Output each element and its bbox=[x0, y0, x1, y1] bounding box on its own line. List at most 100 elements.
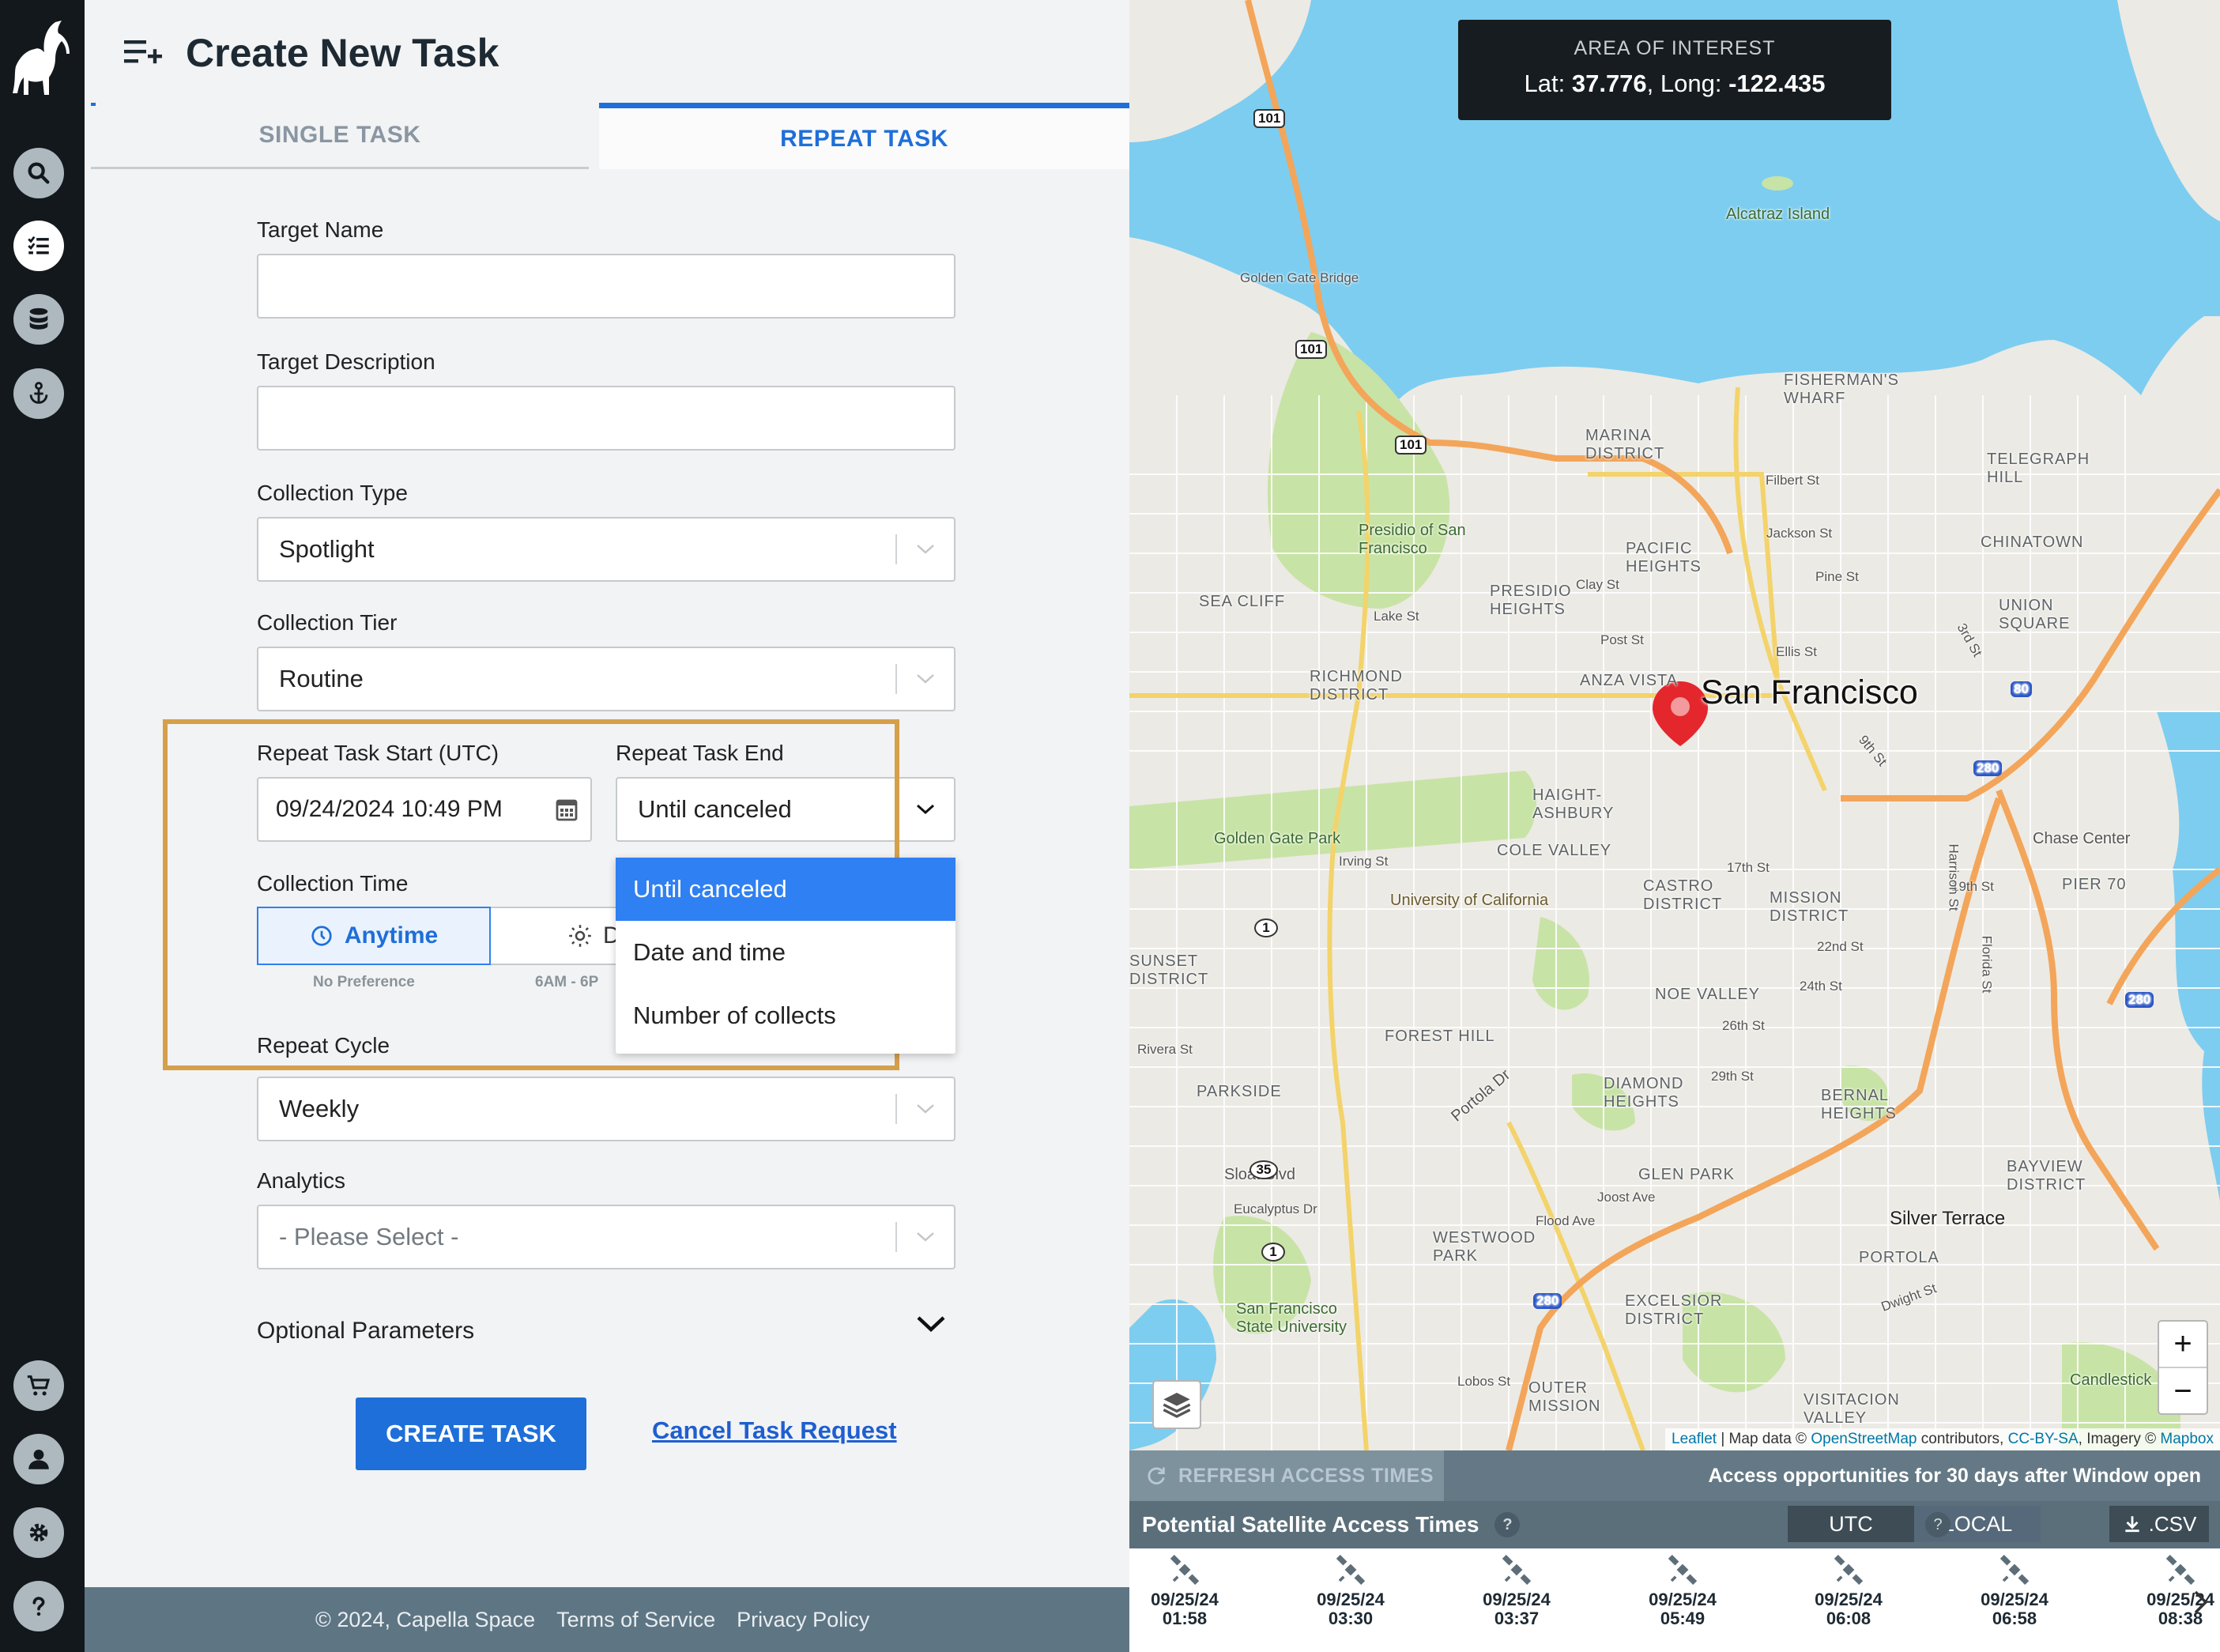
osm-link[interactable]: OpenStreetMap bbox=[1811, 1431, 1917, 1447]
option-number-of-collects[interactable]: Number of collects bbox=[616, 984, 955, 1047]
access-title: Potential Satellite Access Times ? bbox=[1142, 1501, 1521, 1548]
satellite-pass-item[interactable]: 09/25/24 06:08 bbox=[1785, 1553, 1912, 1628]
chevron-down-icon bbox=[897, 673, 954, 685]
option-date-and-time[interactable]: Date and time bbox=[616, 921, 955, 984]
lat-label: Lat: bbox=[1524, 70, 1566, 97]
map-place-mission: MISSION DISTRICT bbox=[1770, 889, 1849, 925]
map-place-union-square: UNION SQUARE bbox=[1999, 597, 2071, 632]
street-22nd: 22nd St bbox=[1817, 939, 1864, 954]
ca1-shield: 1 bbox=[1254, 918, 1278, 937]
satellite-icon bbox=[1668, 1554, 1698, 1586]
map-place-ucsf: University of California bbox=[1390, 892, 1549, 909]
pass-time: 06:08 bbox=[1826, 1609, 1871, 1628]
street-lake: Lake St bbox=[1374, 609, 1419, 624]
copyright-text: © 2024, Capella Space bbox=[315, 1607, 536, 1631]
satellite-pass-item[interactable]: 09/25/24 01:58 bbox=[1121, 1553, 1248, 1628]
street-clay: Clay St bbox=[1576, 577, 1619, 592]
access-toolbar: REFRESH ACCESS TIMES Access opportunitie… bbox=[1129, 1450, 2220, 1501]
analytics-placeholder: - Please Select - bbox=[279, 1223, 459, 1250]
tab-single-task[interactable]: SINGLE TASK bbox=[91, 103, 589, 169]
license-link[interactable]: CC-BY-SA bbox=[2008, 1431, 2079, 1447]
refresh-access-times-button[interactable]: REFRESH ACCESS TIMES bbox=[1129, 1450, 1444, 1501]
pass-time: 05:49 bbox=[1660, 1609, 1706, 1628]
cancel-task-request-link[interactable]: Cancel Task Request bbox=[652, 1416, 897, 1445]
ibex-logo bbox=[6, 17, 70, 100]
chevron-down-icon bbox=[897, 1103, 954, 1115]
privacy-link[interactable]: Privacy Policy bbox=[737, 1608, 869, 1632]
map-place-noe-valley: NOE VALLEY bbox=[1655, 986, 1761, 1003]
long-value: -122.435 bbox=[1728, 70, 1826, 97]
anchor-icon bbox=[29, 382, 48, 404]
street-rivera: Rivera St bbox=[1137, 1042, 1193, 1057]
satellite-pass-item[interactable]: 09/25/24 03:30 bbox=[1287, 1553, 1414, 1628]
target-description-input[interactable] bbox=[257, 386, 955, 451]
satellite-icon bbox=[1336, 1554, 1366, 1586]
chevron-right-icon[interactable] bbox=[2192, 1589, 2210, 1620]
leaflet-link[interactable]: Leaflet bbox=[1672, 1431, 1717, 1447]
create-task-button[interactable]: CREATE TASK bbox=[356, 1397, 586, 1470]
city-label: San Francisco bbox=[1701, 673, 1918, 711]
account-nav-button[interactable] bbox=[13, 1434, 64, 1484]
pass-list: 09/25/24 01:58 09/25/24 03:30 09/25/24 03:37 0… bbox=[1129, 1553, 2214, 1652]
pass-date: 09/25/24 bbox=[1483, 1590, 1551, 1609]
collection-tier-select[interactable]: Routine bbox=[257, 647, 955, 711]
ca1-shield: 1 bbox=[1261, 1243, 1285, 1262]
satellite-icon bbox=[1834, 1554, 1864, 1586]
map-place-cole-valley: COLE VALLEY bbox=[1497, 842, 1612, 859]
analytics-select[interactable]: - Please Select - bbox=[257, 1205, 955, 1269]
help-nav-button[interactable] bbox=[13, 1581, 64, 1631]
tab-repeat-task[interactable]: REPEAT TASK bbox=[599, 103, 1129, 169]
search-nav-button[interactable] bbox=[13, 148, 64, 198]
map-view[interactable]: Alcatraz Island Golden Gate Bridge FISHE… bbox=[1129, 0, 2220, 1450]
help-icon[interactable]: ? bbox=[1925, 1512, 1951, 1537]
area-of-interest-box: AREA OF INTEREST Lat: 37.776, Long: -122… bbox=[1458, 20, 1891, 120]
sidebar bbox=[0, 0, 85, 1652]
map-place-outer-mission: OUTER MISSION bbox=[1528, 1379, 1601, 1415]
chevron-down-icon[interactable] bbox=[916, 1314, 946, 1337]
map-place-presidio: Presidio of San Francisco bbox=[1359, 522, 1466, 557]
us101-shield: 101 bbox=[1295, 340, 1328, 359]
street-filbert: Filbert St bbox=[1766, 473, 1820, 488]
repeat-end-dropdown-menu: Until canceled Date and time Number of c… bbox=[616, 858, 955, 1054]
terms-link[interactable]: Terms of Service bbox=[556, 1608, 715, 1632]
satellite-icon bbox=[2165, 1554, 2196, 1586]
street-joost: Joost Ave bbox=[1597, 1190, 1656, 1205]
csv-label: .CSV bbox=[2148, 1511, 2197, 1536]
satellite-pass-item[interactable]: 09/25/24 06:58 bbox=[1951, 1553, 2078, 1628]
lat-value: 37.776 bbox=[1571, 70, 1647, 97]
map-place-golden-gate-bridge: Golden Gate Bridge bbox=[1240, 270, 1359, 285]
map-place-diamond-heights: DIAMOND HEIGHTS bbox=[1604, 1075, 1684, 1111]
map-place-castro: CASTRO DISTRICT bbox=[1643, 877, 1723, 913]
zoom-out-button[interactable]: − bbox=[2159, 1368, 2207, 1415]
settings-nav-button[interactable] bbox=[13, 1507, 64, 1558]
map-attribution: Leaflet | Map data © OpenStreetMap contr… bbox=[1665, 1428, 2220, 1450]
collection-type-select[interactable]: Spotlight bbox=[257, 517, 955, 582]
page-title: Create New Task bbox=[186, 31, 499, 75]
cart-nav-button[interactable] bbox=[13, 1360, 64, 1411]
pass-time: 01:58 bbox=[1162, 1609, 1208, 1628]
satellite-pass-item[interactable]: 09/25/24 03:37 bbox=[1453, 1553, 1580, 1628]
satellite-pass-item[interactable]: 09/25/24 05:49 bbox=[1619, 1553, 1746, 1628]
tasks-nav-button[interactable] bbox=[13, 221, 64, 271]
map-place-richmond: RICHMOND DISTRICT bbox=[1310, 668, 1403, 703]
i280-shield: 280 bbox=[1973, 760, 2003, 776]
optional-parameters-toggle[interactable]: Optional Parameters bbox=[257, 1318, 474, 1345]
option-until-canceled[interactable]: Until canceled bbox=[616, 858, 955, 921]
tz-utc-button[interactable]: UTC bbox=[1788, 1506, 1914, 1542]
task-type-tabs: SINGLE TASK REPEAT TASK bbox=[91, 103, 1129, 169]
repeat-cycle-value: Weekly bbox=[279, 1095, 360, 1122]
mapbox-link[interactable]: Mapbox bbox=[2160, 1431, 2214, 1447]
repeat-cycle-select[interactable]: Weekly bbox=[257, 1077, 955, 1141]
aoi-title: AREA OF INTEREST bbox=[1574, 37, 1776, 59]
target-name-input[interactable] bbox=[257, 254, 955, 319]
data-nav-button[interactable] bbox=[13, 294, 64, 345]
map-place-golden-gate-park: Golden Gate Park bbox=[1214, 830, 1341, 847]
help-icon[interactable]: ? bbox=[1494, 1512, 1521, 1537]
pass-date: 09/25/24 bbox=[1981, 1590, 2049, 1609]
layers-button[interactable] bbox=[1152, 1380, 1201, 1429]
page-header: Create New Task bbox=[124, 30, 499, 76]
zoom-in-button[interactable]: + bbox=[2159, 1322, 2207, 1368]
download-csv-button[interactable]: .CSV bbox=[2109, 1506, 2209, 1542]
anchor-nav-button[interactable] bbox=[13, 368, 64, 419]
pass-time: 06:58 bbox=[1992, 1609, 2037, 1628]
